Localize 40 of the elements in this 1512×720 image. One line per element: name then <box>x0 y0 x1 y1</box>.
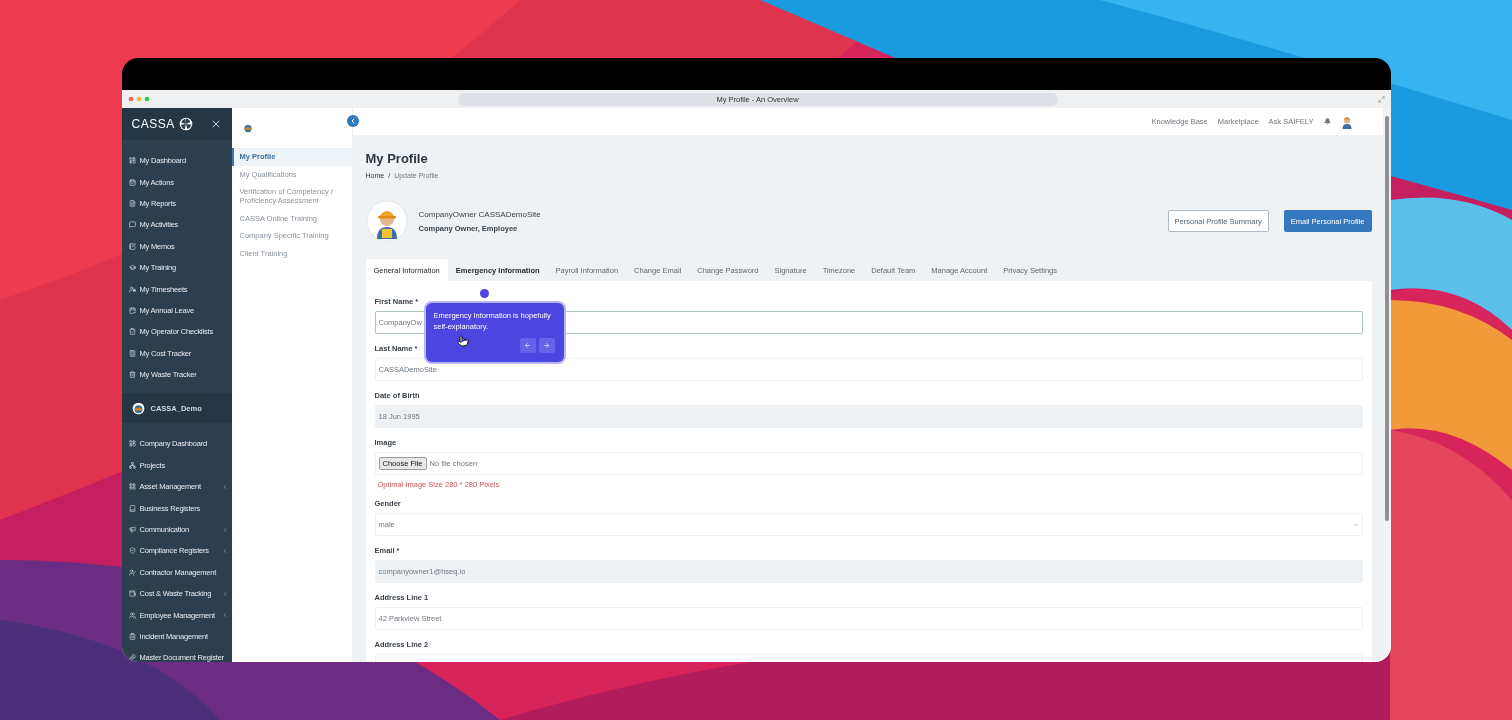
profile-name: CompanyOwner CASSADemoSite <box>418 209 542 219</box>
clipboard-check-icon <box>128 328 136 336</box>
calculator-icon <box>128 349 136 357</box>
graduation-cap-icon <box>128 264 136 272</box>
previous-button[interactable] <box>519 338 536 353</box>
book-icon <box>128 504 136 512</box>
calendar-icon <box>128 306 136 314</box>
network-icon <box>128 461 136 469</box>
users-icon <box>128 611 136 619</box>
avatar-icon <box>365 200 408 242</box>
trash-icon <box>128 371 136 379</box>
megaphone-icon <box>128 526 136 534</box>
brand-name: CASSA <box>131 117 175 131</box>
clipboard-icon <box>128 633 136 640</box>
avatar-icon[interactable] <box>1340 114 1353 129</box>
company-logo-icon <box>131 401 145 415</box>
next-button[interactable] <box>538 338 555 353</box>
logo-icon <box>178 117 193 131</box>
shield-check-icon <box>128 547 136 555</box>
page-title: My Profile <box>365 151 429 166</box>
company-logo-icon <box>241 122 254 134</box>
window-controls-icon[interactable] <box>127 96 152 102</box>
notebook-icon <box>128 242 136 250</box>
chevron-icon <box>1352 521 1359 528</box>
wallet-icon <box>128 590 136 598</box>
fullscreen-icon[interactable] <box>1377 95 1385 103</box>
tour-marker <box>479 289 489 298</box>
bell-icon[interactable] <box>1323 118 1331 125</box>
calendar-icon <box>128 178 136 186</box>
user-gear-icon <box>128 285 136 293</box>
document-icon <box>128 199 136 207</box>
files-icon <box>128 654 136 662</box>
hand-pointer-icon <box>456 335 469 347</box>
arrow-left-icon <box>524 342 531 349</box>
user-check-icon <box>128 568 136 576</box>
dashboard-icon <box>128 440 136 448</box>
dashboard-icon <box>128 157 136 165</box>
chat-icon <box>128 221 136 229</box>
arrow-right-icon <box>543 342 550 349</box>
grid-icon <box>128 483 136 491</box>
